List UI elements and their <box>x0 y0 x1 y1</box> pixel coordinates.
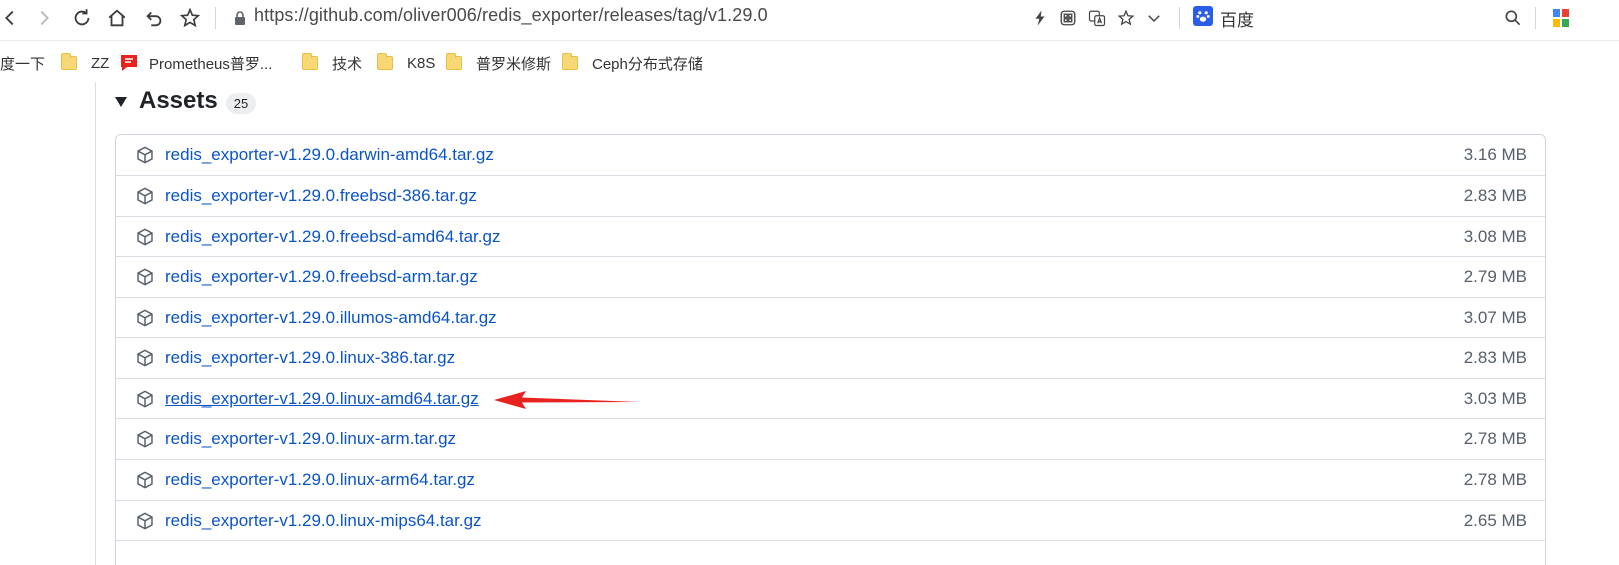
toolbar-separator <box>1535 7 1536 29</box>
package-icon <box>137 349 153 367</box>
bookmark-folder-k8s[interactable]: K8S <box>377 53 435 73</box>
bookmark-item[interactable]: 度一下 <box>0 53 45 73</box>
bookmark-label: ZZ <box>91 54 110 72</box>
prometheus-icon <box>121 55 137 71</box>
bookmarks-bar: 度一下 ZZ Prometheus普罗... 技术 K8S 普罗米修斯 Ceph… <box>0 40 1619 82</box>
asset-download-link[interactable]: redis_exporter-v1.29.0.freebsd-arm.tar.g… <box>165 267 478 287</box>
folder-icon <box>377 53 393 70</box>
asset-download-link[interactable]: redis_exporter-v1.29.0.freebsd-386.tar.g… <box>165 186 477 206</box>
asset-download-link[interactable]: redis_exporter-v1.29.0.linux-arm64.tar.g… <box>165 470 475 490</box>
asset-size: 3.08 MB <box>1463 227 1527 246</box>
search-icon[interactable] <box>1503 8 1523 28</box>
baidu-paw-icon[interactable] <box>1193 6 1213 26</box>
forward-icon[interactable] <box>30 4 58 32</box>
bookmark-label: 普罗米修斯 <box>476 55 552 73</box>
reload-icon[interactable] <box>68 4 96 32</box>
package-icon <box>137 309 153 327</box>
package-icon <box>137 430 153 448</box>
package-icon <box>137 512 153 530</box>
grid-apps-icon[interactable] <box>1056 6 1080 30</box>
asset-download-link[interactable]: redis_exporter-v1.29.0.illumos-amd64.tar… <box>165 308 497 328</box>
asset-size: 2.65 MB <box>1463 511 1527 530</box>
folder-icon <box>446 53 462 70</box>
bookmark-folder-prometheus-cn[interactable]: 普罗米修斯 <box>446 53 551 73</box>
package-icon <box>137 390 153 408</box>
star-icon[interactable] <box>176 4 204 32</box>
package-icon <box>137 471 153 489</box>
bookmark-prometheus[interactable]: Prometheus普罗... <box>119 53 272 73</box>
assets-list: redis_exporter-v1.29.0.darwin-amd64.tar.… <box>115 134 1546 565</box>
lightning-icon[interactable] <box>1028 6 1052 30</box>
asset-row: redis_exporter-v1.29.0.linux-arm.tar.gz … <box>116 418 1545 458</box>
package-icon <box>137 228 153 246</box>
folder-icon <box>302 53 318 70</box>
assets-title: Assets <box>139 87 218 114</box>
bookmark-label: Ceph分布式存储 <box>592 55 703 73</box>
asset-download-link[interactable]: redis_exporter-v1.29.0.linux-386.tar.gz <box>165 348 455 368</box>
asset-row: redis_exporter-v1.29.0.linux-amd64.tar.g… <box>116 378 1545 418</box>
folder-icon <box>562 53 578 70</box>
assets-count-badge: 25 <box>225 92 257 114</box>
asset-size: 2.78 MB <box>1463 470 1527 489</box>
favorite-star-icon[interactable] <box>1114 6 1138 30</box>
asset-row: redis_exporter-v1.29.0.freebsd-amd64.tar… <box>116 216 1545 256</box>
asset-row: redis_exporter-v1.29.0.linux-mips64.tar.… <box>116 500 1545 540</box>
asset-row: redis_exporter-v1.29.0.linux-arm64.tar.g… <box>116 459 1545 499</box>
folder-icon <box>61 53 77 70</box>
asset-size: 2.79 MB <box>1463 267 1527 286</box>
package-icon <box>137 187 153 205</box>
asset-size: 2.78 MB <box>1463 429 1527 448</box>
asset-row: redis_exporter-v1.29.0.darwin-amd64.tar.… <box>116 135 1545 175</box>
asset-row: redis_exporter-v1.29.0.illumos-amd64.tar… <box>116 297 1545 337</box>
address-bar-url[interactable]: https://github.com/oliver006/redis_expor… <box>254 5 768 26</box>
release-timeline-line <box>95 82 96 565</box>
asset-size: 2.83 MB <box>1463 348 1527 367</box>
annotation-arrow-icon <box>494 391 640 409</box>
bookmark-label: 技术 <box>332 55 363 73</box>
asset-row: redis_exporter-v1.29.0.freebsd-386.tar.g… <box>116 175 1545 215</box>
search-engine-label[interactable]: 百度 <box>1220 6 1254 31</box>
lock-icon <box>235 11 245 25</box>
bookmark-label: K8S <box>407 54 436 72</box>
bookmark-folder-tech[interactable]: 技术 <box>302 53 362 73</box>
bookmark-label: 度一下 <box>0 55 46 73</box>
bookmark-label: Prometheus普罗... <box>149 55 273 73</box>
asset-size: 3.07 MB <box>1463 308 1527 327</box>
toolbar-separator <box>1179 7 1180 29</box>
caret-down-icon <box>115 97 127 107</box>
asset-download-link[interactable]: redis_exporter-v1.29.0.linux-mips64.tar.… <box>165 511 482 531</box>
asset-size: 3.16 MB <box>1463 145 1527 164</box>
back-icon[interactable] <box>0 4 24 32</box>
package-icon <box>137 268 153 286</box>
package-icon <box>137 146 153 164</box>
assets-summary-toggle[interactable]: Assets 25 <box>115 86 257 116</box>
asset-download-link[interactable]: redis_exporter-v1.29.0.darwin-amd64.tar.… <box>165 145 494 165</box>
asset-size: 2.83 MB <box>1463 186 1527 205</box>
asset-row: redis_exporter-v1.29.0.freebsd-arm.tar.g… <box>116 256 1545 296</box>
asset-download-link[interactable]: redis_exporter-v1.29.0.linux-arm.tar.gz <box>165 429 456 449</box>
apps-grid-icon[interactable] <box>1551 7 1571 29</box>
asset-row <box>116 540 1545 565</box>
browser-toolbar: https://github.com/oliver006/redis_expor… <box>0 0 1619 38</box>
bookmark-folder-zz[interactable]: ZZ <box>61 53 109 73</box>
bookmark-folder-ceph[interactable]: Ceph分布式存储 <box>562 53 703 73</box>
asset-size: 3.03 MB <box>1463 389 1527 408</box>
home-icon[interactable] <box>103 4 131 32</box>
toolbar-separator <box>215 7 216 29</box>
translate-icon[interactable] <box>1085 6 1109 30</box>
chevron-down-icon[interactable] <box>1142 6 1166 30</box>
asset-row: redis_exporter-v1.29.0.linux-386.tar.gz … <box>116 337 1545 377</box>
asset-download-link-hovered[interactable]: redis_exporter-v1.29.0.linux-amd64.tar.g… <box>165 389 479 409</box>
asset-download-link[interactable]: redis_exporter-v1.29.0.freebsd-amd64.tar… <box>165 227 500 247</box>
undo-icon[interactable] <box>140 4 168 32</box>
